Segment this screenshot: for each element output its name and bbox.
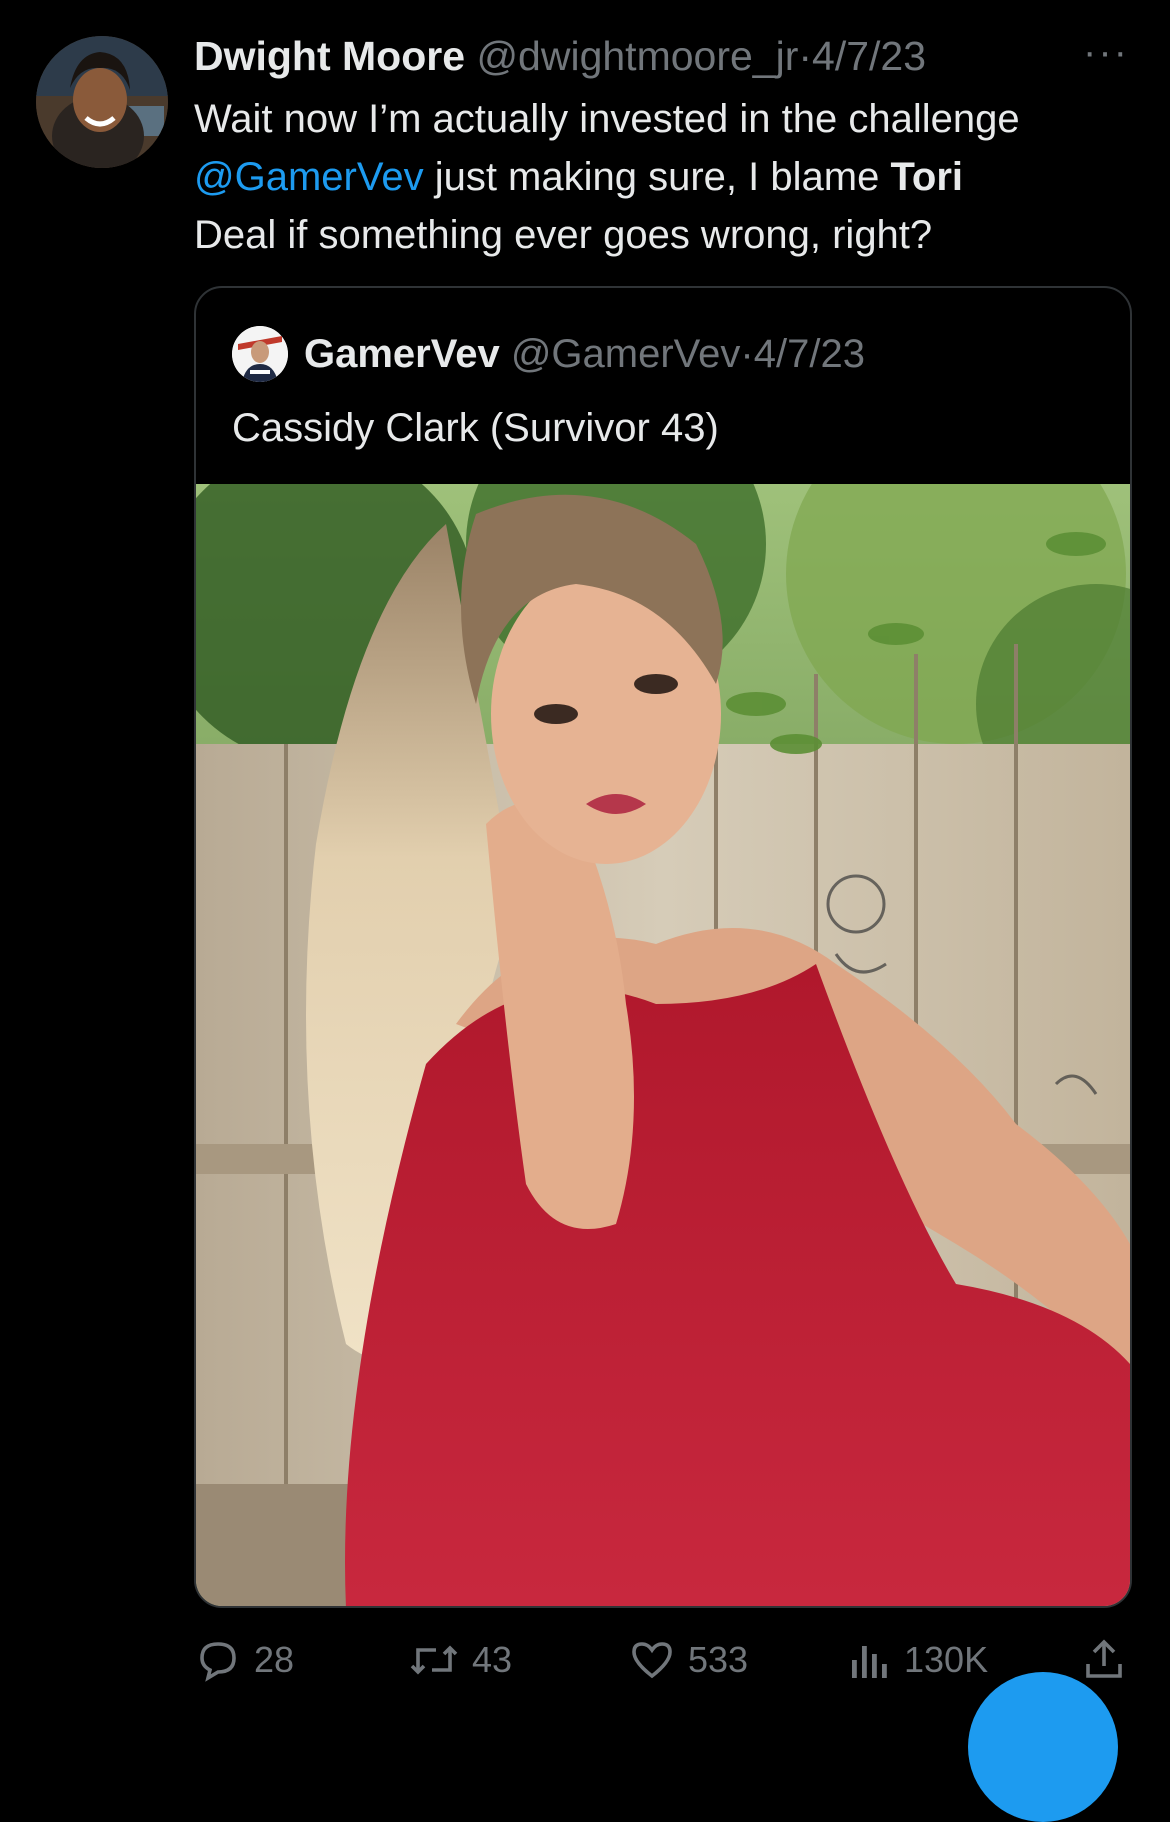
tweet-text-line: Deal if something ever goes wrong, right… [194, 213, 933, 257]
views-button[interactable]: 130K [848, 1630, 988, 1690]
tweet-header: Dwight Moore @dwightmoore_jr·4/7/23 [194, 30, 926, 82]
like-icon [632, 1642, 672, 1679]
quoted-author-avatar[interactable] [232, 326, 288, 382]
more-icon[interactable]: ··· [1083, 30, 1129, 75]
author-avatar[interactable] [36, 36, 168, 168]
like-button[interactable]: 533 [628, 1630, 748, 1690]
quoted-date[interactable]: 4/7/23 [754, 332, 865, 376]
like-count: 533 [688, 1639, 749, 1680]
compose-fab-button[interactable] [968, 1672, 1118, 1822]
views-count: 130K [904, 1639, 989, 1680]
reply-button[interactable]: 28 [194, 1630, 294, 1690]
tweet-text-fragment: just making sure, I blame [423, 155, 891, 199]
header-separator: · [798, 33, 813, 79]
tweet-date[interactable]: 4/7/23 [812, 33, 926, 79]
quoted-photo[interactable] [196, 394, 1130, 1606]
quoted-tweet[interactable]: GamerVev @GamerVev·4/7/23 Cassidy Clark … [194, 286, 1132, 1608]
retweet-button[interactable]: 43 [408, 1630, 512, 1690]
tweet-text: Wait now I’m actually invested in the ch… [194, 90, 1144, 264]
share-button[interactable] [1080, 1630, 1140, 1690]
tweet-bold-word: Tori [890, 155, 964, 199]
tweet[interactable]: Dwight Moore @dwightmoore_jr·4/7/23 ··· … [0, 0, 1170, 1822]
author-name[interactable]: Dwight Moore [194, 33, 465, 79]
mention-link[interactable]: @GamerVev [194, 155, 424, 199]
tweet-text-line: @GamerVev just making sure, I blame Tori [194, 148, 1144, 206]
quoted-author-handle[interactable]: @GamerVev [511, 332, 741, 376]
views-icon [852, 1646, 887, 1678]
quoted-separator: · [740, 332, 754, 376]
author-handle[interactable]: @dwightmoore_jr [476, 33, 798, 79]
reply-icon [200, 1642, 236, 1682]
reply-count: 28 [254, 1639, 295, 1680]
retweet-icon [410, 1645, 458, 1675]
retweet-count: 43 [472, 1639, 513, 1680]
action-bar: 28 43 533 130K [0, 1630, 1170, 1690]
quoted-author-name[interactable]: GamerVev [304, 332, 500, 376]
share-icon [1086, 1639, 1122, 1678]
tweet-text-line: Wait now I’m actually invested in the ch… [194, 97, 1020, 141]
quoted-header: GamerVev @GamerVev·4/7/23 [304, 326, 865, 382]
quoted-text: Cassidy Clark (Survivor 43) [232, 406, 719, 450]
